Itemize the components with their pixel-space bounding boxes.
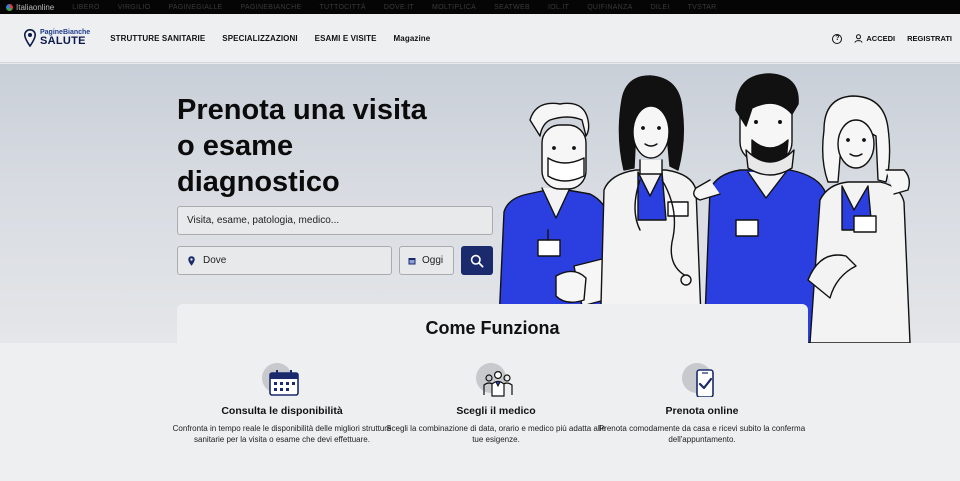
main-nav: STRUTTURE SANITARIE SPECIALIZZAZIONI ESA… <box>110 34 430 43</box>
feature-title: Scegli il medico <box>456 405 536 417</box>
feature-book-online: Prenota online Prenota comodamente da ca… <box>592 363 812 445</box>
network-link[interactable]: MOLTIPLICA <box>432 4 476 11</box>
search-button[interactable] <box>461 246 493 275</box>
location-pin-icon <box>188 255 195 266</box>
network-link[interactable]: PAGINEGIALLE <box>168 4 222 11</box>
nav-esami-e-visite[interactable]: ESAMI E VISITE <box>315 34 377 43</box>
network-link[interactable]: DILEI <box>651 4 670 11</box>
calendar-small-icon <box>408 257 416 264</box>
network-link[interactable]: VIRGILIO <box>118 4 151 11</box>
location-input[interactable]: Dove <box>177 246 392 275</box>
network-link[interactable]: TVSTAR <box>688 4 717 11</box>
nav-magazine[interactable]: Magazine <box>394 34 431 43</box>
feature-title: Prenota online <box>665 405 739 417</box>
feature-availability: Consulta le disponibilità Confronta in t… <box>172 363 392 445</box>
how-it-works-card: Come Funziona <box>177 304 808 348</box>
login-label: ACCEDI <box>866 34 896 43</box>
network-brand[interactable]: Italiaonline <box>6 3 54 12</box>
nav-specializzazioni[interactable]: SPECIALIZZAZIONI <box>222 34 297 43</box>
page-title: Prenota una visita o esame diagnostico <box>177 94 427 198</box>
logo-bottom-text: SALUTE <box>40 35 86 47</box>
location-placeholder: Dove <box>203 255 227 266</box>
top-network-bar: Italiaonline LIBERO VIRGILIO PAGINEGIALL… <box>0 0 960 14</box>
feature-text: Confronta in tempo reale le disponibilit… <box>172 424 392 444</box>
network-link[interactable]: QUIFINANZA <box>587 4 632 11</box>
location-pin-logo-icon <box>24 29 36 47</box>
login-button[interactable]: ACCEDI <box>854 34 895 43</box>
register-button[interactable]: REGISTRATI <box>907 34 952 43</box>
feature-text: Prenota comodamente da casa e ricevi sub… <box>598 424 806 444</box>
feature-title: Consulta le disponibilità <box>221 405 343 417</box>
phone-check-icon <box>696 369 714 397</box>
network-link[interactable]: TUTTOCITTÀ <box>319 4 365 11</box>
site-logo[interactable]: PagineBianche SALUTE <box>24 29 90 47</box>
feature-text: Scegli la combinazione di data, orario e… <box>386 424 606 444</box>
site-header: PagineBianche SALUTE STRUTTURE SANITARIE… <box>0 14 960 63</box>
network-link[interactable]: DOVE.IT <box>384 4 414 11</box>
how-it-works-section: Consulta le disponibilità Confronta in t… <box>0 343 960 481</box>
doctors-icon <box>483 370 513 397</box>
network-link[interactable]: IOL.IT <box>548 4 569 11</box>
hero-section: Prenota una visita o esame diagnostico V… <box>0 64 960 343</box>
feature-choose-doctor: Scegli il medico Scegli la combinazione … <box>386 363 606 445</box>
help-icon[interactable]: ? <box>832 33 843 44</box>
network-link[interactable]: PAGINEBIANCHE <box>241 4 302 11</box>
nav-strutture-sanitarie[interactable]: STRUTTURE SANITARIE <box>110 34 205 43</box>
section-title: Come Funziona <box>425 318 560 338</box>
calendar-icon <box>269 370 299 396</box>
doctors-illustration <box>497 73 911 343</box>
network-link[interactable]: SEATWEB <box>494 4 530 11</box>
date-value: Oggi <box>422 255 444 266</box>
search-input[interactable]: Visita, esame, patologia, medico... <box>177 206 493 235</box>
date-picker[interactable]: Oggi <box>399 246 454 275</box>
network-logo-icon <box>6 3 13 11</box>
user-icon <box>854 34 863 43</box>
network-link[interactable]: LIBERO <box>72 4 99 11</box>
search-icon <box>470 254 484 268</box>
